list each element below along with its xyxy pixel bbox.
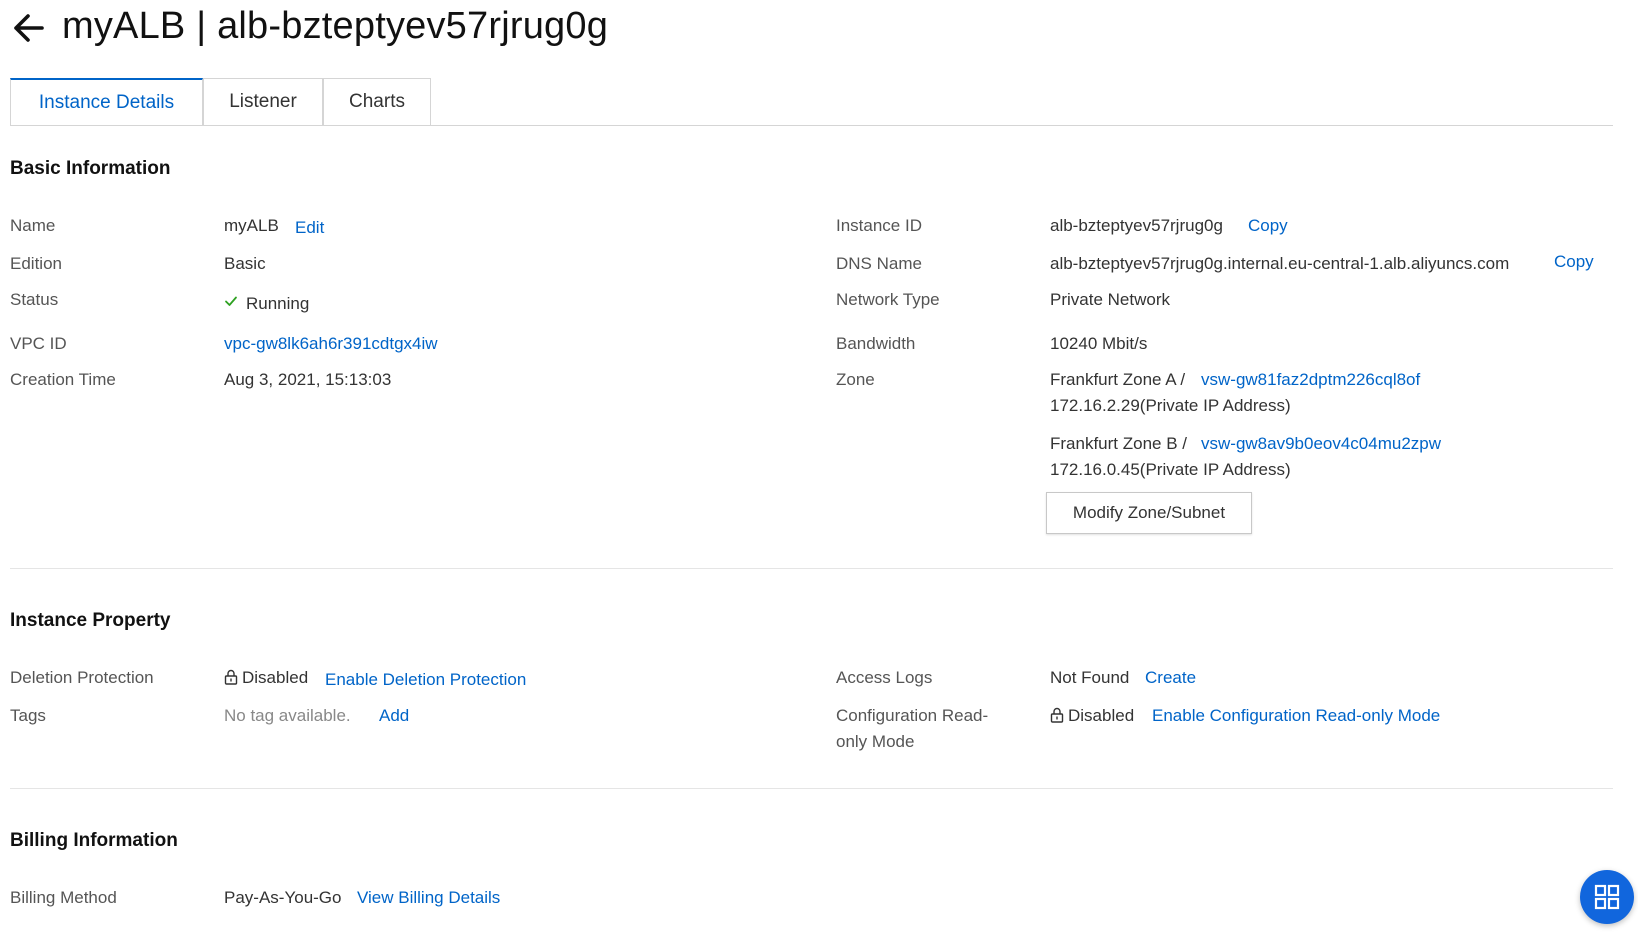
creation-time-label: Creation Time bbox=[10, 370, 116, 389]
status-value: Running bbox=[246, 294, 310, 313]
config-readonly-label-line2: only Mode bbox=[836, 732, 915, 751]
lock-icon bbox=[224, 669, 238, 685]
view-billing-details-link[interactable]: View Billing Details bbox=[357, 888, 500, 908]
tab-bar: Instance Details Listener Charts bbox=[10, 78, 431, 126]
zone-b-name: Frankfurt Zone B / bbox=[1050, 434, 1187, 453]
status-label: Status bbox=[10, 290, 59, 309]
enable-deletion-protection-link[interactable]: Enable Deletion Protection bbox=[325, 670, 526, 690]
access-logs-value: Not Found bbox=[1050, 668, 1130, 687]
tab-listener[interactable]: Listener bbox=[203, 78, 323, 125]
network-type-label: Network Type bbox=[836, 290, 940, 309]
config-readonly-status: Disabled bbox=[1050, 706, 1134, 726]
zone-a-ip: 172.16.2.29(Private IP Address) bbox=[1050, 396, 1291, 415]
copy-dns-name-link[interactable]: Copy bbox=[1554, 252, 1594, 272]
access-logs-label: Access Logs bbox=[836, 668, 933, 687]
section-divider bbox=[10, 568, 1613, 569]
quick-access-button[interactable] bbox=[1580, 870, 1634, 924]
lock-icon bbox=[1050, 707, 1064, 723]
tags-value: No tag available. bbox=[224, 706, 351, 725]
config-readonly-value: Disabled bbox=[1068, 706, 1135, 725]
deletion-protection-value: Disabled bbox=[242, 668, 309, 687]
creation-time-value: Aug 3, 2021, 15:13:03 bbox=[224, 370, 392, 389]
arrow-left-icon bbox=[14, 14, 44, 42]
instance-id-value: alb-bzteptyev57rjrug0g bbox=[1050, 216, 1223, 235]
billing-method-label: Billing Method bbox=[10, 888, 117, 907]
deletion-protection-label: Deletion Protection bbox=[10, 668, 154, 687]
edition-label: Edition bbox=[10, 254, 62, 273]
grid-icon bbox=[1594, 884, 1620, 910]
bandwidth-label: Bandwidth bbox=[836, 334, 916, 353]
tab-charts[interactable]: Charts bbox=[323, 78, 431, 125]
section-divider bbox=[10, 788, 1613, 789]
modify-zone-subnet-button[interactable]: Modify Zone/Subnet bbox=[1046, 492, 1252, 534]
enable-config-readonly-link[interactable]: Enable Configuration Read-only Mode bbox=[1152, 706, 1440, 726]
billing-method-value: Pay-As-You-Go bbox=[224, 888, 342, 907]
vpc-id-link[interactable]: vpc-gw8lk6ah6r391cdtgx4iw bbox=[224, 334, 438, 354]
page-title: myALB | alb-bzteptyev57rjrug0g bbox=[62, 5, 609, 47]
tab-instance-details[interactable]: Instance Details bbox=[10, 78, 203, 125]
copy-instance-id-link[interactable]: Copy bbox=[1248, 216, 1288, 236]
edit-name-link[interactable]: Edit bbox=[295, 218, 324, 238]
vpc-id-label: VPC ID bbox=[10, 334, 67, 353]
create-access-logs-link[interactable]: Create bbox=[1145, 668, 1196, 688]
add-tag-link[interactable]: Add bbox=[379, 706, 409, 726]
instance-id-label: Instance ID bbox=[836, 216, 922, 235]
name-value: myALB bbox=[224, 216, 279, 235]
deletion-protection-status: Disabled bbox=[224, 668, 308, 688]
back-button[interactable] bbox=[10, 8, 46, 48]
zone-a-vswitch-link[interactable]: vsw-gw81faz2dptm226cql8of bbox=[1201, 370, 1420, 390]
zone-a-name: Frankfurt Zone A / bbox=[1050, 370, 1186, 389]
edition-value: Basic bbox=[224, 254, 266, 273]
billing-information-title: Billing Information bbox=[10, 830, 178, 851]
dns-name-value: alb-bzteptyev57rjrug0g.internal.eu-centr… bbox=[1050, 254, 1510, 273]
tags-label: Tags bbox=[10, 706, 46, 725]
zone-label: Zone bbox=[836, 370, 875, 389]
name-label: Name bbox=[10, 216, 56, 235]
basic-information-title: Basic Information bbox=[10, 158, 171, 179]
zone-b-ip: 172.16.0.45(Private IP Address) bbox=[1050, 460, 1291, 479]
instance-property-title: Instance Property bbox=[10, 610, 171, 631]
dns-name-label: DNS Name bbox=[836, 254, 922, 273]
network-type-value: Private Network bbox=[1050, 290, 1170, 309]
bandwidth-value: 10240 Mbit/s bbox=[1050, 334, 1148, 353]
config-readonly-label-line1: Configuration Read- bbox=[836, 706, 989, 725]
tab-divider bbox=[10, 125, 1613, 126]
status-check-icon bbox=[224, 294, 238, 313]
check-icon bbox=[225, 296, 237, 306]
zone-b-vswitch-link[interactable]: vsw-gw8av9b0eov4c04mu2zpw bbox=[1201, 434, 1441, 454]
